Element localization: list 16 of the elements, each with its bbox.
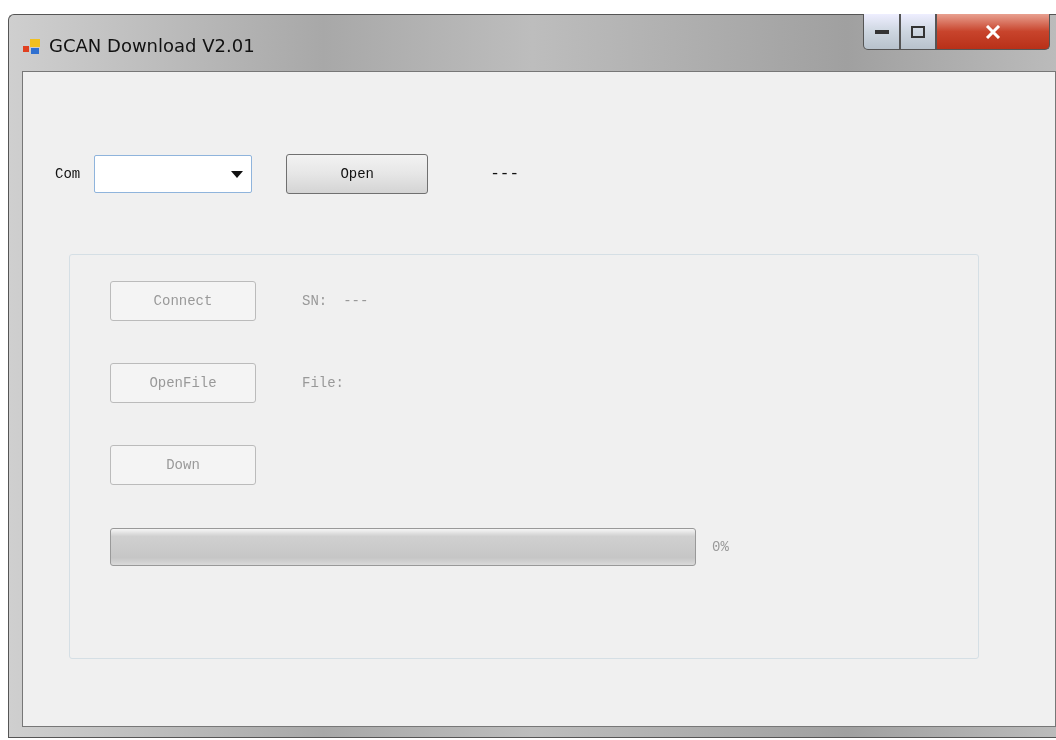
progress-percent: 0% bbox=[712, 539, 729, 555]
field-value: --- bbox=[343, 293, 369, 309]
app-icon bbox=[23, 37, 41, 55]
port-status: --- bbox=[490, 165, 520, 183]
maximize-button[interactable] bbox=[900, 14, 936, 50]
field-label: File: bbox=[302, 375, 344, 391]
window-title: GCAN Download V2.01 bbox=[49, 35, 255, 56]
open-button[interactable]: Open bbox=[286, 154, 429, 194]
com-label: Com bbox=[55, 166, 81, 182]
field-label: SN: bbox=[302, 293, 328, 309]
caret-icon bbox=[231, 170, 244, 178]
close-button[interactable] bbox=[936, 14, 1050, 50]
close-icon bbox=[985, 24, 1001, 39]
minimize-icon bbox=[874, 29, 889, 34]
maximize-icon bbox=[911, 25, 925, 38]
minimize-button[interactable] bbox=[863, 14, 900, 50]
